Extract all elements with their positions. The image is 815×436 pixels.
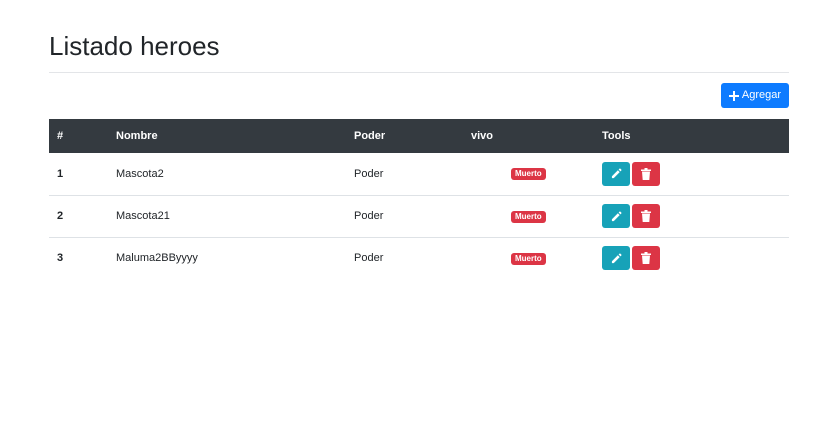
page-title: Listado heroes bbox=[49, 31, 220, 61]
edit-button[interactable] bbox=[602, 161, 630, 186]
status-badge: Muerto bbox=[511, 210, 546, 223]
table-row: 2 Mascota21 Poder Muerto bbox=[49, 195, 789, 237]
status-badge: Muerto bbox=[511, 252, 546, 265]
cell-nombre: Maluma2BByyyy bbox=[116, 252, 198, 265]
cell-vivo: Muerto bbox=[463, 237, 594, 279]
column-header-vivo: vivo bbox=[471, 130, 494, 142]
delete-button[interactable] bbox=[632, 204, 660, 228]
delete-button[interactable] bbox=[632, 161, 660, 186]
trash-icon bbox=[641, 167, 651, 180]
pencil-icon bbox=[611, 168, 621, 179]
pencil-icon bbox=[611, 211, 621, 221]
cell-nombre: Mascota21 bbox=[116, 210, 170, 222]
trash-icon bbox=[641, 210, 651, 222]
add-hero-label: Agregar bbox=[741, 89, 782, 101]
column-header-num: # bbox=[57, 130, 64, 142]
cell-poder: Poder bbox=[354, 252, 384, 265]
trash-icon bbox=[641, 252, 651, 265]
table-row: 3 Maluma2BByyyy Poder Muerto bbox=[49, 237, 789, 279]
cell-nombre: Mascota2 bbox=[116, 167, 164, 180]
status-badge: Muerto bbox=[511, 168, 546, 181]
add-hero-button[interactable]: Agregar bbox=[721, 83, 789, 108]
cell-tools bbox=[594, 195, 789, 237]
cell-poder: Poder bbox=[354, 210, 384, 222]
heroes-table: # Nombre Poder vivo Tools 1 Mascota2 Pod… bbox=[49, 119, 789, 279]
cell-tools bbox=[594, 153, 789, 195]
column-header-poder: Poder bbox=[354, 130, 386, 142]
pencil-icon bbox=[611, 253, 621, 263]
cell-num: 3 bbox=[57, 252, 64, 265]
cell-num: 1 bbox=[57, 167, 64, 180]
cell-tools bbox=[594, 237, 789, 279]
delete-button[interactable] bbox=[632, 246, 660, 271]
edit-button[interactable] bbox=[602, 246, 630, 271]
edit-button[interactable] bbox=[602, 204, 630, 228]
cell-num: 2 bbox=[57, 210, 64, 222]
cell-vivo: Muerto bbox=[463, 195, 594, 237]
plus-icon bbox=[728, 90, 739, 101]
cell-poder: Poder bbox=[354, 167, 384, 180]
title-divider bbox=[49, 72, 789, 73]
table-header-row: # Nombre Poder vivo Tools bbox=[49, 119, 789, 153]
column-header-tools: Tools bbox=[602, 130, 631, 142]
cell-vivo: Muerto bbox=[463, 153, 594, 195]
column-header-nombre: Nombre bbox=[116, 130, 158, 142]
table-row: 1 Mascota2 Poder Muerto bbox=[49, 153, 789, 195]
